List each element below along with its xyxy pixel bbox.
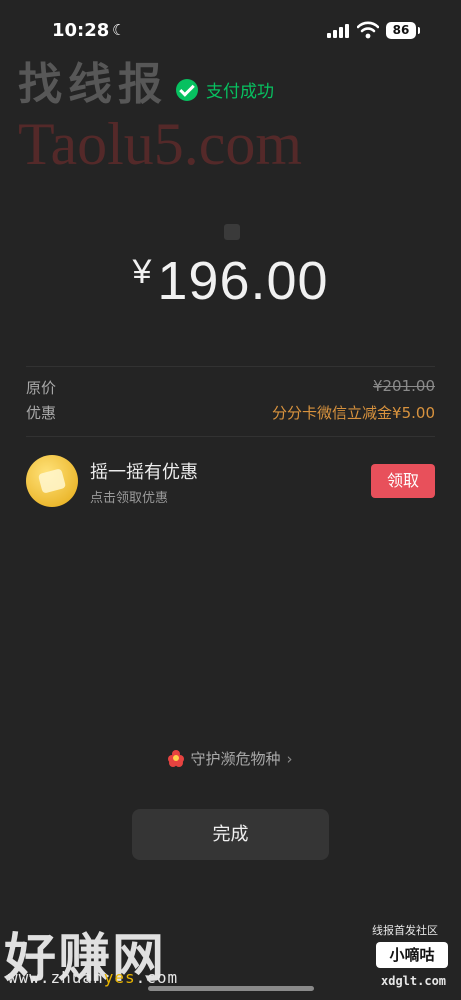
watermark-community: 线报首发社区 [372, 924, 438, 937]
payment-amount: ¥196.00 [0, 250, 461, 312]
original-price-label: 原价 [26, 379, 57, 397]
discount-value: 分分卡微信立减金¥5.00 [272, 404, 435, 422]
protect-species-label: 守护濒危物种 [190, 750, 281, 768]
original-price-value: ¥201.00 [372, 377, 435, 395]
watermark-top: 找线报 [18, 59, 168, 110]
chevron-right-icon: › [286, 750, 293, 768]
watermark-badge: 小嘀咕 [376, 942, 448, 968]
promo-subtitle: 点击领取优惠 [90, 491, 169, 506]
status-time: 10:28 [52, 20, 110, 41]
battery-indicator: 86 [386, 22, 420, 39]
signal-icon [327, 24, 351, 38]
promo-title: 摇一摇有优惠 [90, 462, 198, 483]
currency-symbol: ¥ [132, 253, 152, 291]
home-indicator[interactable] [148, 986, 314, 991]
discount-row: 优惠 分分卡微信立减金¥5.00 [26, 402, 435, 423]
claim-button[interactable]: 领取 [371, 464, 435, 498]
protect-species-link[interactable]: 守护濒危物种 › [0, 748, 461, 769]
coupon-icon [26, 455, 78, 507]
moon-icon: ☾ [112, 21, 126, 39]
watermark-badge-url: xdglt.com [381, 974, 447, 988]
flower-icon [168, 750, 185, 767]
wifi-icon [357, 21, 379, 39]
watermark-bottom-url: www.zhuanyes.com [8, 968, 179, 987]
divider [26, 436, 435, 437]
shake-promo[interactable]: 摇一摇有优惠 点击领取优惠 领取 [26, 453, 435, 511]
payment-status: 支付成功 [206, 82, 274, 102]
amount-value: 196.00 [157, 251, 329, 311]
divider [26, 366, 435, 367]
original-price-row: 原价 ¥201.00 [26, 377, 435, 398]
done-button[interactable]: 完成 [132, 809, 329, 860]
watermark-site: Taolu5.com [18, 111, 303, 177]
discount-label: 优惠 [26, 404, 57, 422]
payment-success: 支付成功 [176, 77, 274, 102]
merchant-avatar [224, 224, 240, 240]
check-circle-icon [176, 78, 198, 101]
